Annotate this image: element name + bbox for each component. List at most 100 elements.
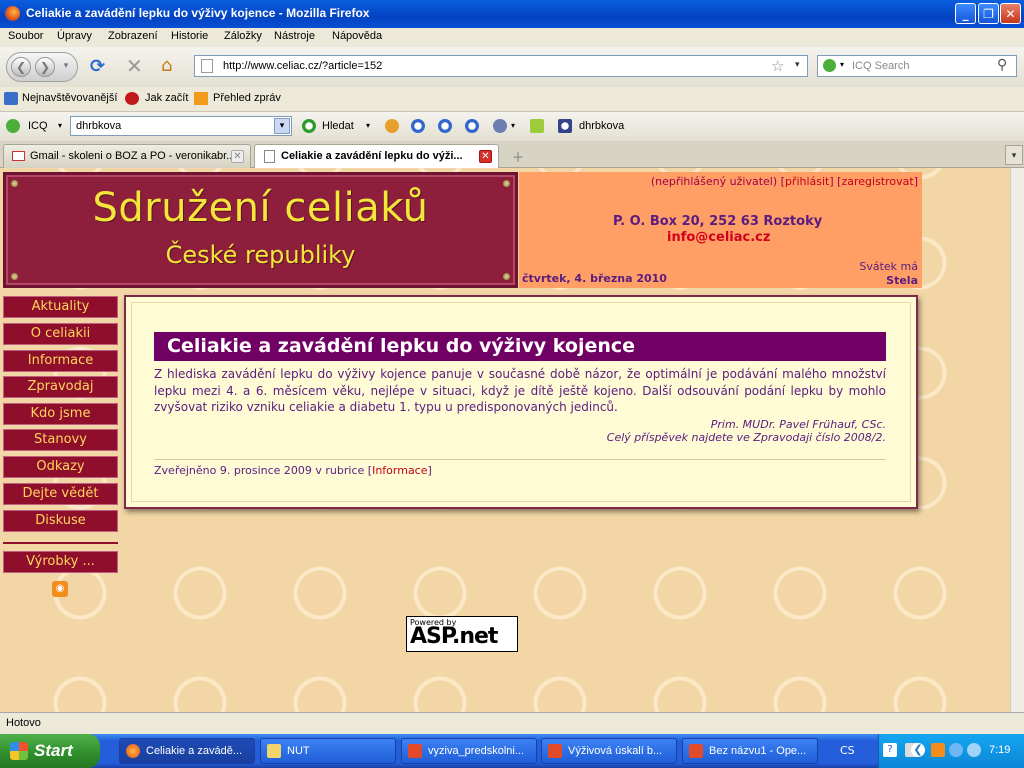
icq-search-dropdown-icon[interactable]: ▾	[274, 118, 290, 134]
url-bar[interactable]: http://www.celiac.cz/?article=152 ☆ ▾	[194, 55, 808, 77]
icq-search-input[interactable]: dhrbkova ▾	[70, 116, 292, 136]
highlight-term[interactable]: dhrbkova	[579, 120, 624, 132]
article-divider	[154, 459, 886, 460]
page-icon	[264, 150, 275, 163]
site-logo-banner[interactable]: Sdružení celiaků České republiky	[3, 172, 518, 288]
reload-button[interactable]: ⟳	[90, 56, 105, 77]
menu-bookmarks[interactable]: Záložky	[224, 30, 262, 42]
help-icon[interactable]: ?	[883, 743, 897, 757]
highlighter-icon[interactable]	[530, 119, 544, 133]
bookmark-news[interactable]: Přehled zpráv	[213, 92, 281, 104]
user-icon[interactable]	[493, 119, 507, 133]
article-title: Celiakie a zavádění lepku do výživy koje…	[167, 335, 636, 357]
menu-help[interactable]: Nápověda	[332, 30, 382, 42]
rss-icon[interactable]: ◉	[52, 581, 68, 597]
menu-bar: Soubor Úpravy Zobrazení Historie Záložky…	[0, 28, 1024, 47]
url-dropdown-icon[interactable]: ▾	[795, 60, 800, 70]
login-link[interactable]: přihlásit	[785, 175, 829, 188]
menu-file[interactable]: Soubor	[8, 30, 43, 42]
article-body: Z hlediska zavádění lepku do výživy koje…	[154, 367, 886, 414]
tab-gmail[interactable]: Gmail - skoleni o BOZ a PO - veronikabr.…	[3, 144, 251, 168]
zoom-out-icon[interactable]	[465, 119, 479, 133]
task-folder-nut[interactable]: NUT	[260, 738, 396, 764]
nav-information[interactable]: Informace	[3, 350, 118, 372]
close-button[interactable]: ✕	[1000, 3, 1021, 24]
windows-logo-icon	[10, 742, 28, 760]
category-link[interactable]: Informace	[372, 464, 427, 477]
tab-list-dropdown-icon[interactable]: ▾	[1005, 145, 1023, 165]
register-link[interactable]: zaregistrovat	[841, 175, 913, 188]
logo-title: Sdružení celiaků	[92, 185, 429, 231]
forward-button[interactable]: ❯	[35, 57, 55, 77]
icq-label[interactable]: ICQ	[28, 120, 48, 132]
back-forward-group: ❮ ❯ ▾	[6, 52, 78, 82]
bookmark-star-icon[interactable]: ☆	[771, 57, 784, 75]
tray-messenger-icon[interactable]	[949, 743, 963, 757]
task-firefox[interactable]: Celiakie a zavádě...	[119, 738, 255, 764]
smiley-icon[interactable]	[385, 119, 399, 133]
find-button[interactable]: Hledat	[322, 120, 354, 132]
email-link[interactable]: info@celiac.cz	[667, 230, 770, 245]
zoom-icon[interactable]	[411, 119, 425, 133]
nav-about-celiac[interactable]: O celiakii	[3, 323, 118, 345]
menu-view[interactable]: Zobrazení	[108, 30, 158, 42]
article-author: Prim. MUDr. Pavel Frühauf, CSc.	[710, 418, 886, 431]
tab-close-icon[interactable]: ✕	[231, 150, 244, 163]
nav-products[interactable]: Výrobky ...	[3, 551, 118, 573]
bookmark-getting-started[interactable]: Jak začít	[145, 92, 188, 104]
task-folder-label: NUT	[287, 745, 310, 757]
task-document-2[interactable]: Výživová úskalí b...	[541, 738, 677, 764]
nav-discussion[interactable]: Diskuse	[3, 510, 118, 532]
menu-tools[interactable]: Nástroje	[274, 30, 315, 42]
search-engine-dropdown-icon[interactable]: ▾	[840, 60, 844, 69]
vertical-scrollbar[interactable]	[1010, 168, 1024, 712]
task-document-1[interactable]: vyziva_predskolni...	[401, 738, 537, 764]
task-openoffice-label: Bez názvu1 - Ope...	[709, 745, 807, 757]
maximize-button[interactable]: ❐	[978, 3, 999, 24]
icq-dropdown-icon[interactable]: ▾	[58, 121, 62, 130]
tray-status-icon[interactable]	[967, 743, 981, 757]
nav-newsletter[interactable]: Zpravodaj	[3, 376, 118, 398]
aspnet-logo-text: ASP.net	[410, 624, 498, 649]
minimize-button[interactable]: _	[955, 3, 976, 24]
back-button[interactable]: ❮	[11, 57, 31, 77]
tab-close-icon[interactable]: ✕	[479, 150, 492, 163]
zoom-in-icon[interactable]	[438, 119, 452, 133]
nav-links[interactable]: Odkazy	[3, 456, 118, 478]
tray-expand-icon[interactable]: ❮	[911, 743, 925, 757]
document-icon	[548, 744, 562, 758]
tab-gmail-label: Gmail - skoleni o BOZ a PO - veronikabr.…	[30, 150, 236, 162]
page-icon	[201, 59, 213, 73]
published-text: Zveřejněno 9. prosince 2009 v rubrice	[154, 464, 365, 477]
user-dropdown-icon[interactable]: ▾	[511, 121, 515, 130]
start-button[interactable]: Start	[0, 734, 100, 768]
nav-who-we-are[interactable]: Kdo jsme	[3, 403, 118, 425]
home-button[interactable]: ⌂	[161, 55, 172, 76]
article-title-bar: Celiakie a zavádění lepku do výživy koje…	[154, 332, 886, 361]
menu-edit[interactable]: Úpravy	[57, 30, 92, 42]
nav-statutes[interactable]: Stanovy	[3, 429, 118, 451]
stop-button[interactable]: ✕	[126, 54, 143, 78]
task-openoffice[interactable]: Bez názvu1 - Ope...	[682, 738, 818, 764]
user-status: (nepřihlášený uživatel)	[650, 175, 778, 188]
highlight-search-icon[interactable]	[558, 119, 572, 133]
history-dropdown-icon[interactable]: ▾	[59, 57, 73, 77]
aspnet-badge[interactable]: Powered by ASP.net	[406, 616, 518, 652]
new-tab-button[interactable]: ＋	[507, 147, 529, 166]
article-source: Celý příspěvek najdete ve Zpravodaji čís…	[606, 431, 886, 444]
find-dropdown-icon[interactable]: ▾	[366, 121, 370, 130]
search-placeholder: ICQ Search	[852, 60, 910, 72]
nameday-label: Svátek má	[859, 260, 918, 273]
search-box[interactable]: ▾ ICQ Search ⚲	[817, 55, 1017, 77]
language-indicator[interactable]: CS	[840, 744, 855, 757]
nav-divider	[3, 542, 118, 544]
clock[interactable]: 7:19	[989, 744, 1010, 756]
nav-news[interactable]: Aktuality	[3, 296, 118, 318]
menu-history[interactable]: Historie	[171, 30, 208, 42]
status-bar: Hotovo	[0, 712, 1024, 734]
nav-contact[interactable]: Dejte vědět	[3, 483, 118, 505]
bookmark-most-visited[interactable]: Nejnavštěvovanější	[22, 92, 117, 104]
search-icon[interactable]: ⚲	[997, 57, 1007, 73]
tab-celiac[interactable]: Celiakie a zavádění lepku do výži... ✕	[254, 144, 499, 168]
tray-network-icon[interactable]	[931, 743, 945, 757]
